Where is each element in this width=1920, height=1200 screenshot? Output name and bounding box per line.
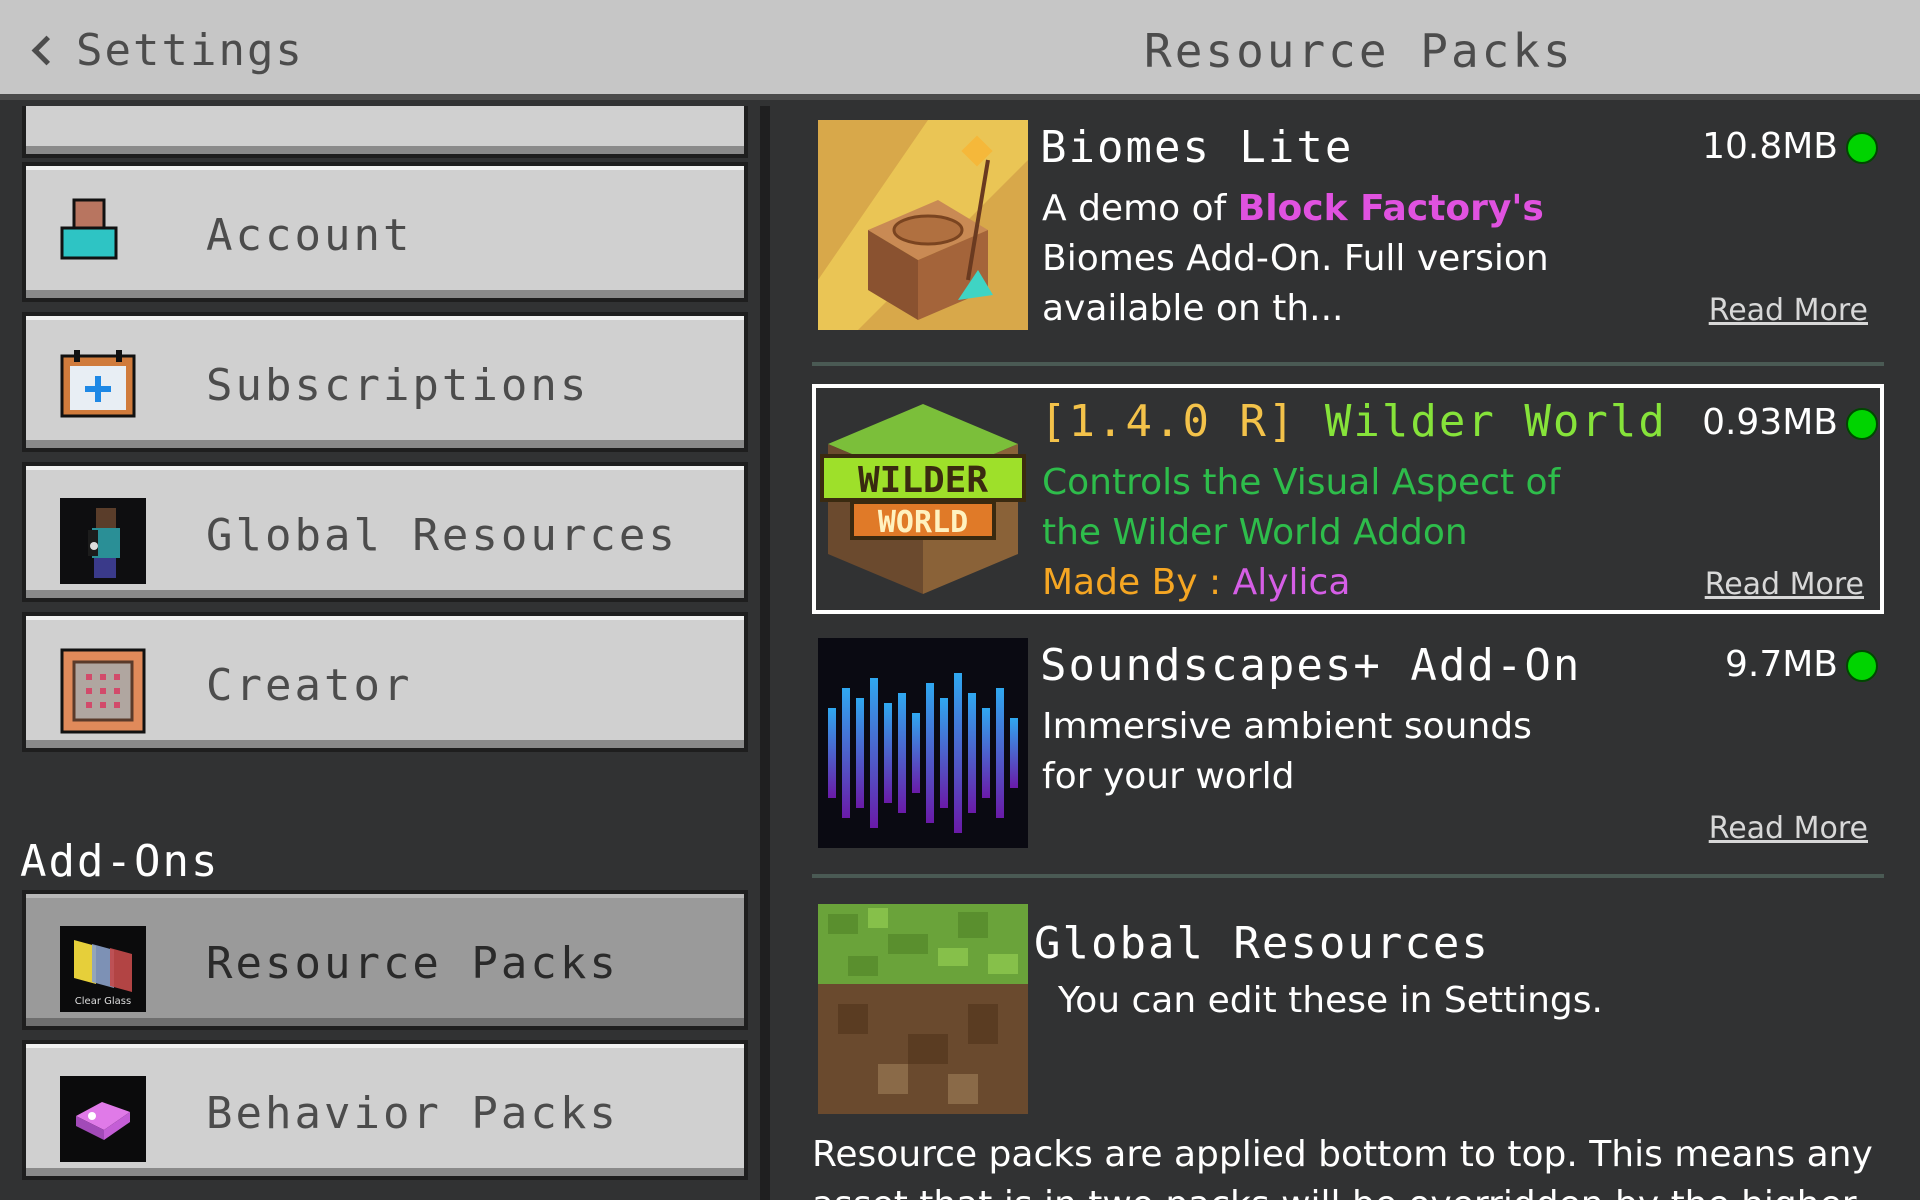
sidebar-item-resource-packs[interactable]: Clear Glass Resource Packs [22, 890, 748, 1030]
sidebar-item-label: Account [206, 210, 413, 261]
pack-size: 9.7MB [1724, 644, 1838, 685]
resource-packs-icon-text: Clear Glass [75, 996, 131, 1007]
wilder-logo-line1: WILDER [858, 460, 988, 501]
sidebar-item-account[interactable]: Account [22, 162, 748, 302]
pack-wilder-world[interactable]: WILDER WORLD [1.4.0 R] Wilder World Cont… [812, 384, 1884, 614]
global-resources-desc: You can edit these in Settings. [1058, 980, 1603, 1021]
sidebar-item-global-resources[interactable]: Global Resources [22, 462, 748, 602]
desc-text: A demo of [1042, 188, 1238, 229]
pack-name: [1.4.0 R] Wilder World [1040, 396, 1667, 447]
account-icon [60, 198, 118, 260]
pack-size: 0.93MB [1702, 402, 1838, 443]
top-bar: Settings Resource Packs [0, 0, 1920, 100]
made-by-label: Made By : [1042, 562, 1233, 603]
sidebar-item-label: Creator [206, 660, 413, 711]
pack-description: Controls the Visual Aspect of the Wilder… [1042, 458, 1602, 608]
sidebar-item-partial[interactable] [22, 106, 748, 158]
sidebar-item-label: Behavior Packs [206, 1088, 619, 1139]
soundscapes-thumbnail [818, 638, 1028, 848]
active-status-icon [1846, 650, 1878, 682]
pack-size: 10.8MB [1702, 126, 1838, 167]
wilder-world-thumbnail: WILDER WORLD [818, 394, 1028, 604]
pack-version: [1.4.0 R] [1040, 396, 1297, 447]
page-title: Resource Packs [1144, 24, 1574, 78]
desc-text: Controls the Visual Aspect of the Wilder… [1042, 462, 1561, 553]
active-status-icon [1846, 132, 1878, 164]
desc-highlight: Block Factory's [1237, 188, 1544, 229]
sidebar-item-label: Resource Packs [206, 938, 619, 989]
pack-biomes-lite[interactable]: Biomes Lite A demo of Block Factory's Bi… [812, 106, 1884, 336]
grass-block-thumbnail [818, 904, 1028, 1114]
desc-text: Biomes Add-On. Full version available on… [1042, 238, 1549, 329]
pack-title: Wilder World [1324, 396, 1667, 447]
global-resources-title: Global Resources [1034, 918, 1490, 969]
addons-section-title: Add-Ons [20, 836, 220, 887]
sidebar-item-label: Global Resources [206, 510, 678, 561]
author-name: Alylica [1232, 562, 1351, 603]
subscriptions-icon [60, 350, 136, 418]
read-more-link[interactable]: Read More [1709, 293, 1868, 328]
wilder-logo-line2: WORLD [878, 505, 968, 540]
global-resources-entry[interactable]: Global Resources You can edit these in S… [812, 896, 1884, 1116]
active-status-icon [1846, 408, 1878, 440]
back-button[interactable]: Settings [30, 22, 304, 78]
pack-description: A demo of Block Factory's Biomes Add-On.… [1042, 184, 1602, 334]
creator-icon [60, 648, 146, 734]
sidebar-item-behavior-packs[interactable]: Behavior Packs [22, 1040, 748, 1180]
behavior-packs-icon [60, 1076, 146, 1162]
settings-sidebar[interactable]: Account Subscriptions Global Resources C… [0, 106, 770, 1200]
sidebar-item-label: Subscriptions [206, 360, 590, 411]
pack-soundscapes[interactable]: Soundscapes+ Add-On Immersive ambient so… [812, 624, 1884, 854]
global-resources-icon [60, 498, 146, 584]
resource-packs-panel[interactable]: Biomes Lite A demo of Block Factory's Bi… [780, 106, 1920, 1200]
read-more-link[interactable]: Read More [1709, 811, 1868, 846]
footer-note: Resource packs are applied bottom to top… [812, 1134, 1873, 1200]
pack-name: Soundscapes+ Add-On [1040, 640, 1582, 691]
divider [812, 362, 1884, 366]
pack-description: Immersive ambient sounds for your world [1042, 706, 1532, 797]
back-label: Settings [76, 24, 304, 76]
resource-packs-icon: Clear Glass [60, 926, 146, 1012]
sidebar-item-subscriptions[interactable]: Subscriptions [22, 312, 748, 452]
divider [812, 874, 1884, 878]
pack-name: Biomes Lite [1040, 122, 1354, 173]
biomes-lite-thumbnail [818, 120, 1028, 330]
read-more-link[interactable]: Read More [1705, 567, 1864, 602]
sidebar-item-creator[interactable]: Creator [22, 612, 748, 752]
chevron-left-icon [30, 35, 52, 65]
